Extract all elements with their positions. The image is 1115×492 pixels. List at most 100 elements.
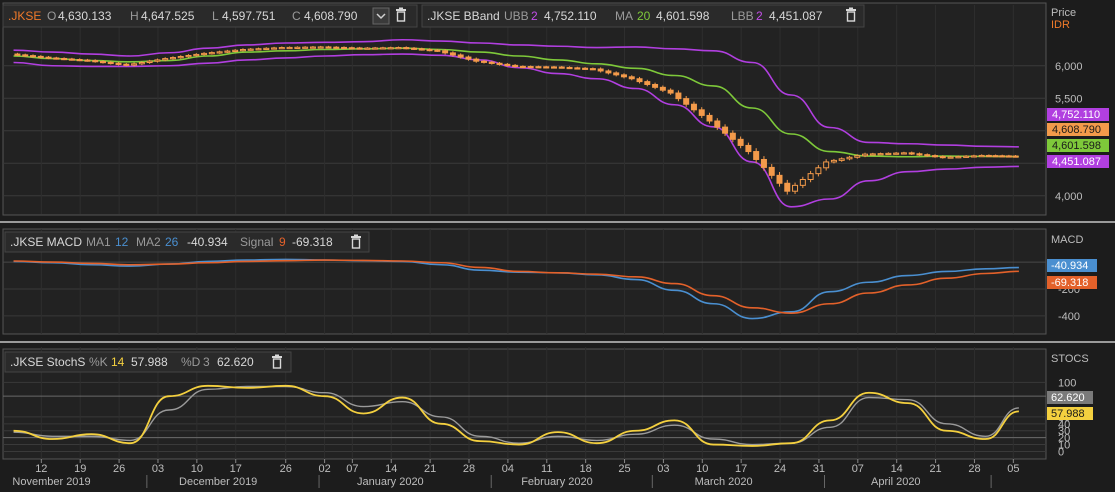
- k-value: 57.988: [131, 355, 168, 369]
- price-legend: .JKSE O 4,630.133 H 4,647.525 L 4,597.75…: [2, 4, 418, 28]
- candle-body: [963, 155, 970, 158]
- candle-body: [605, 70, 612, 74]
- candle-body: [263, 47, 270, 51]
- candle-body: [667, 89, 674, 94]
- macd-tag-text: -40.934: [1051, 260, 1088, 272]
- candle-body: [379, 47, 386, 50]
- x-month-label: April 2020: [871, 476, 921, 488]
- candle-body: [418, 48, 425, 51]
- candle-body: [193, 53, 200, 57]
- candle-body: [504, 63, 511, 67]
- x-tick-label: 04: [502, 463, 514, 475]
- legend-c-label: C: [292, 9, 301, 23]
- candle-body: [776, 174, 783, 184]
- candle-body: [123, 63, 130, 66]
- candle-body: [302, 46, 309, 49]
- candle-body: [107, 61, 114, 65]
- candle-body: [395, 47, 402, 50]
- candle-body: [232, 49, 239, 52]
- candle-body: [224, 50, 231, 53]
- candle-body: [753, 151, 760, 160]
- ubb-tag-text: 4,752.110: [1052, 109, 1100, 121]
- candle-body: [978, 154, 985, 158]
- legend-h-value: 4,647.525: [141, 9, 195, 23]
- candle-body: [690, 103, 697, 111]
- svg-text:.JKSE StochS %K 14: .JKSE StochS %K 14 57.988 %D 3 62.620: [10, 355, 254, 369]
- x-tick-label: 24: [774, 463, 786, 475]
- candle-body: [706, 114, 713, 122]
- candle-body: [947, 156, 954, 159]
- price-panel: [2, 2, 1047, 216]
- svg-text:.JKSE BBand UBB 2: .JKSE BBand UBB 2 4,752.110 MA 20 4,601.…: [427, 9, 823, 23]
- stoch-axis-title: STOCS: [1051, 353, 1089, 365]
- signal-value: -69.318: [292, 235, 333, 249]
- candle-body: [1012, 155, 1019, 158]
- x-tick-label: 14: [891, 463, 903, 475]
- candle-body: [636, 78, 643, 83]
- candle-body: [294, 46, 301, 49]
- candle-body: [992, 155, 999, 158]
- y-tick-label: 5,500: [1055, 93, 1083, 105]
- macd-axis-title: MACD: [1051, 234, 1083, 246]
- candle-body: [955, 156, 962, 159]
- candle-body: [154, 59, 161, 62]
- candle-body: [900, 152, 907, 155]
- candle-body: [239, 49, 246, 52]
- candle-body: [714, 120, 721, 128]
- candle-body: [325, 46, 332, 49]
- candle-body: [519, 65, 526, 69]
- lbb-tag-text: 4,451.087: [1052, 156, 1101, 168]
- ma2-param: 26: [165, 235, 179, 249]
- y-tick-label: 4,000: [1055, 191, 1083, 203]
- y-tick-label: -400: [1058, 311, 1080, 323]
- candle-body: [815, 167, 822, 175]
- x-tick-label: 03: [152, 463, 164, 475]
- candle-body: [449, 52, 456, 56]
- legend-l-label: L: [212, 9, 219, 23]
- candle-body: [846, 156, 853, 160]
- x-month-label: February 2020: [521, 476, 593, 488]
- candle-body: [830, 159, 837, 163]
- candle-body: [185, 54, 192, 58]
- candle-body: [597, 68, 604, 72]
- candle-body: [309, 46, 316, 49]
- candle-body: [364, 47, 371, 50]
- candle-body: [411, 47, 418, 50]
- candle-body: [22, 54, 29, 57]
- candle-body: [722, 126, 729, 134]
- candle-body: [356, 47, 363, 50]
- y-tick-label: 100: [1058, 377, 1076, 389]
- candle-body: [893, 152, 900, 155]
- candle-body: [76, 59, 83, 62]
- x-tick-label: 25: [618, 463, 630, 475]
- candle-body: [61, 57, 68, 61]
- signal-param: 9: [279, 235, 286, 249]
- candle-body: [333, 46, 340, 49]
- candle-body: [84, 59, 91, 62]
- lbb-param: 2: [756, 9, 763, 23]
- x-tick-label: 26: [280, 463, 292, 475]
- candle-body: [271, 47, 278, 50]
- candle-body: [628, 76, 635, 80]
- candle-body: [146, 60, 153, 64]
- macd-value-tags: -40.934 -69.318: [1047, 259, 1097, 289]
- legend-symbol: .JKSE: [8, 9, 41, 23]
- x-tick-label: 21: [424, 463, 436, 475]
- candle-body: [92, 60, 99, 63]
- candle-body: [999, 155, 1006, 158]
- candle-body: [574, 67, 581, 70]
- candle-body: [1005, 155, 1012, 158]
- candle-body: [131, 63, 138, 66]
- candle-body: [550, 66, 557, 69]
- candle-body: [115, 62, 122, 65]
- candle-body: [99, 60, 106, 64]
- x-month-label: January 2020: [357, 476, 424, 488]
- candle-body: [745, 144, 752, 153]
- x-month-label: March 2020: [695, 476, 753, 488]
- chevron-down-icon[interactable]: [372, 7, 390, 25]
- k-param: 14: [111, 355, 125, 369]
- stoch-value-tags: 62.620 57.988: [1047, 391, 1093, 420]
- x-tick-label: 03: [657, 463, 669, 475]
- candle-body: [729, 132, 736, 140]
- candle-body: [613, 72, 620, 76]
